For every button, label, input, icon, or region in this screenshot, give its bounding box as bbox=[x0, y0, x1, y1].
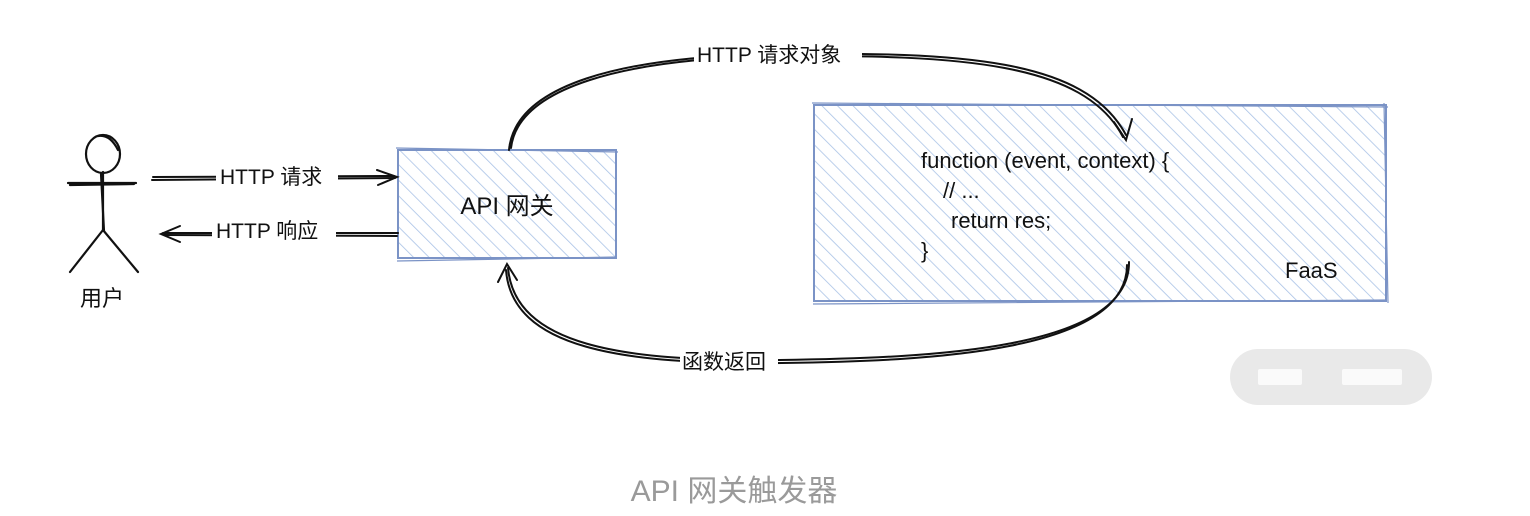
watermark-badge bbox=[1230, 349, 1432, 405]
response-arrow-label: HTTP 响应 bbox=[216, 220, 318, 243]
faas-code-line-2: // ... bbox=[943, 178, 980, 203]
trigger-diagram: 用户 API 网关 function (event, context) { //… bbox=[66, 40, 1389, 376]
request-object-arrow-label: HTTP 请求对象 bbox=[697, 44, 841, 67]
faas-label: FaaS bbox=[1285, 258, 1338, 283]
faas-code-line-3: return res; bbox=[951, 208, 1051, 233]
function-return-arrow-label: 函数返回 bbox=[682, 351, 766, 374]
api-gateway-label: API 网关 bbox=[460, 193, 553, 220]
user-figure-icon bbox=[66, 133, 140, 274]
faas-code-line-1: function (event, context) { bbox=[921, 148, 1169, 173]
faas-code-line-4: } bbox=[921, 238, 928, 263]
user-label: 用户 bbox=[80, 286, 124, 311]
request-arrow-label: HTTP 请求 bbox=[220, 166, 322, 189]
figure-caption: API 网关触发器 bbox=[630, 475, 838, 508]
